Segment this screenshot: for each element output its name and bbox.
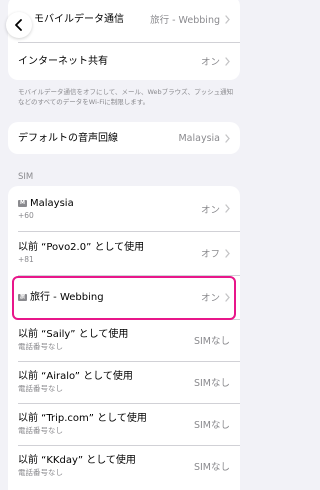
sim-row-tripcom[interactable]: 以前 “Trip.com” として使用 電話番号なし SIMなし (8, 403, 240, 445)
mobile-data-label: モバイルデータ通信 (34, 13, 124, 25)
sim-number: 電話番号なし (18, 468, 63, 477)
sim-number: 電話番号なし (18, 384, 63, 393)
sim-number: 電話番号なし (18, 342, 63, 351)
sim-label: 以前 “Povo2.0” として使用 (18, 242, 145, 253)
default-voice-line-label: デフォルトの音声回線 (18, 132, 118, 144)
sim-label: 以前 “Trip.com” として使用 (18, 413, 147, 424)
sim-label: Malaysia (30, 197, 74, 209)
sim-status: SIMなし (193, 420, 230, 431)
chevron-right-icon (225, 204, 230, 213)
sim-list-group: M Malaysia +60 オン 以前 “Povo2.0” として使用 +81 … (8, 186, 240, 490)
chevron-right-icon (225, 133, 230, 143)
sim-status: オン (200, 204, 220, 216)
chevron-right-icon (225, 56, 230, 66)
sim-status: SIMなし (193, 336, 230, 347)
sim-card-icon: 旅 (18, 293, 27, 301)
mobile-data-row[interactable]: モバイルデータ通信 旅行 - Webbing (8, 0, 240, 42)
sim-number: +81 (18, 255, 34, 264)
sim-label: 以前 “Airalo” として使用 (18, 371, 133, 382)
voice-line-group: デフォルトの音声回線 Malaysia (8, 122, 240, 154)
cellular-settings-group: モバイルデータ通信 旅行 - Webbing インターネット共有 オン (8, 0, 240, 80)
sim-status: オン (200, 293, 220, 304)
sim-card-icon: M (18, 199, 27, 207)
sim-number: 電話番号なし (18, 426, 63, 435)
sim-section-header: SIM (18, 172, 34, 182)
sim-label: 旅行 - Webbing (30, 291, 104, 303)
sim-label: 以前 “Saily” として使用 (18, 329, 129, 340)
mobile-data-footnote: モバイルデータ通信をオフにして、メール、Webブラウズ、プッシュ通知などのすべて… (18, 88, 234, 106)
sim-row-webbing[interactable]: 旅旅行 - Webbing オン (8, 275, 240, 319)
sim-status: SIMなし (193, 378, 230, 389)
chevron-left-icon (14, 16, 24, 35)
chevron-right-icon (225, 292, 230, 302)
hotspot-value: オン (200, 57, 220, 68)
hotspot-row[interactable]: インターネット共有 オン (8, 42, 240, 80)
chevron-right-icon (225, 248, 230, 258)
sim-row-airalo[interactable]: 以前 “Airalo” として使用 電話番号なし SIMなし (8, 361, 240, 403)
sim-row-malaysia[interactable]: M Malaysia +60 オン (8, 186, 240, 231)
sim-row-saily[interactable]: 以前 “Saily” として使用 電話番号なし SIMなし (8, 319, 240, 361)
sim-row-kkday[interactable]: 以前 “KKday” として使用 電話番号なし SIMなし (8, 445, 240, 487)
mobile-data-value: 旅行 - Webbing (150, 15, 220, 26)
sim-label: 以前 “KKday” として使用 (18, 455, 136, 466)
sim-number: +60 (18, 210, 34, 220)
sim-status: オフ (200, 249, 220, 260)
default-voice-line-row[interactable]: デフォルトの音声回線 Malaysia (8, 122, 240, 154)
hotspot-label: インターネット共有 (18, 55, 108, 67)
sim-status: SIMなし (193, 462, 230, 473)
chevron-right-icon (225, 14, 230, 24)
default-voice-line-value: Malaysia (178, 132, 220, 144)
sim-row-povo[interactable]: 以前 “Povo2.0” として使用 +81 オフ (8, 231, 240, 275)
back-button[interactable] (6, 12, 32, 38)
